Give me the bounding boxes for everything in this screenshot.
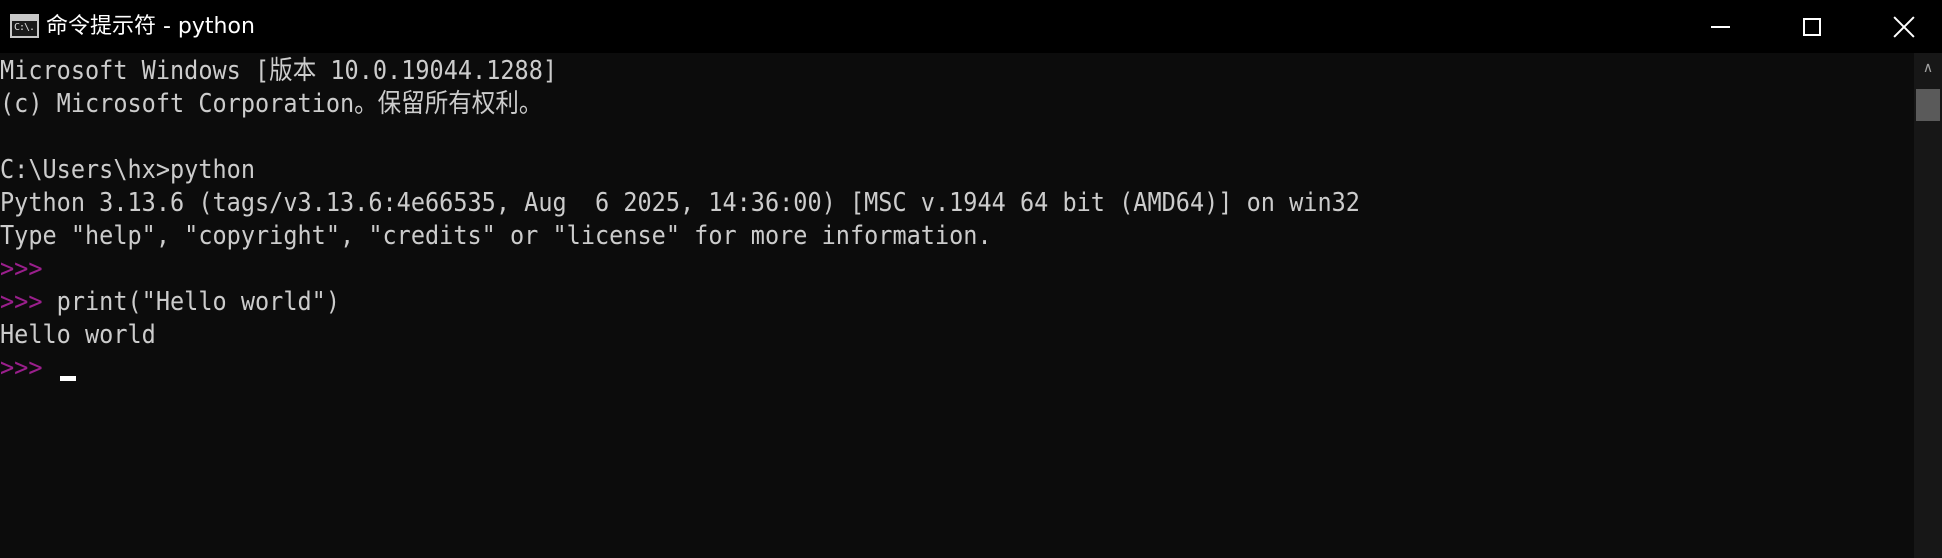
icon-bar [12, 16, 37, 21]
console-line: C:\Users\hx>python [0, 155, 255, 185]
console-line: (c) Microsoft Corporation。保留所有权利。 [0, 89, 543, 119]
minimize-icon [1710, 25, 1730, 28]
close-icon [1893, 16, 1915, 38]
repl-prompt: >>> [0, 254, 43, 284]
console-line: Type "help", "copyright", "credits" or "… [0, 221, 992, 251]
console-output[interactable]: Microsoft Windows [版本 10.0.19044.1288] (… [0, 53, 1914, 558]
console-line: Microsoft Windows [版本 10.0.19044.1288] [0, 56, 558, 86]
close-button[interactable] [1858, 0, 1942, 53]
console-window: C:\. 命令提示符 - python Microsoft Windows [版… [0, 0, 1942, 558]
minimize-button[interactable] [1674, 0, 1766, 53]
maximize-icon [1803, 17, 1821, 36]
repl-command: print("Hello world") [42, 287, 341, 317]
scrollbar-thumb[interactable] [1916, 89, 1940, 121]
maximize-button[interactable] [1766, 0, 1858, 53]
icon-prompt-text: C:\. [14, 22, 35, 33]
console-output-line: Hello world [0, 320, 156, 350]
repl-prompt: >>> [0, 287, 43, 317]
console-prompt-line: >>> [0, 253, 43, 286]
title-bar[interactable]: C:\. 命令提示符 - python [0, 0, 1942, 53]
window-title: 命令提示符 - python [46, 14, 255, 39]
scroll-up-icon[interactable]: ∧ [1914, 53, 1942, 83]
console-input-line[interactable]: >>> [0, 352, 43, 385]
console-line: Python 3.13.6 (tags/v3.13.6:4e66535, Aug… [0, 188, 1360, 218]
repl-prompt: >>> [0, 353, 43, 383]
cmd-console-icon[interactable]: C:\. [10, 14, 39, 38]
console-command-line: >>> print("Hello world") [0, 286, 340, 319]
text-cursor [60, 376, 76, 381]
vertical-scrollbar[interactable]: ∧ [1914, 53, 1942, 558]
